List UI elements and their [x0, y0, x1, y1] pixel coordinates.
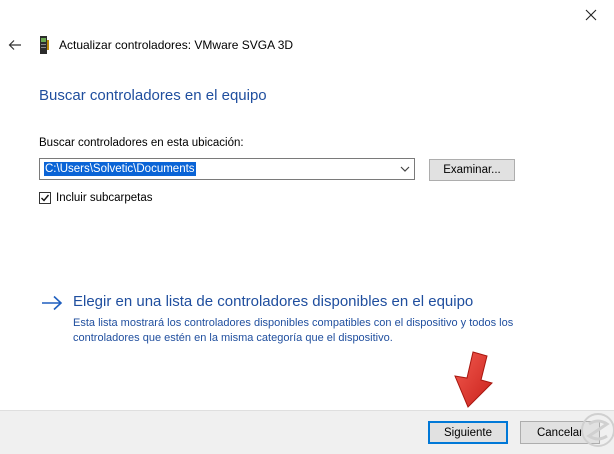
close-icon — [585, 9, 597, 21]
pick-driver-list-description: Esta lista mostrará los controladores di… — [73, 317, 514, 344]
browse-button-label: Examinar... — [443, 164, 501, 176]
include-subfolders-checkbox[interactable] — [39, 192, 51, 204]
page-title: Buscar controladores en el equipo — [39, 87, 267, 104]
location-input[interactable]: C:\Users\Solvetic\Documents — [44, 162, 196, 176]
location-label: Buscar controladores en esta ubicación: — [39, 137, 244, 149]
checkmark-icon — [41, 194, 50, 202]
pick-driver-list-link[interactable]: Elegir en una lista de controladores dis… — [73, 293, 473, 310]
include-subfolders-label[interactable]: Incluir subcarpetas — [56, 192, 153, 204]
window-title: Actualizar controladores: VMware SVGA 3D — [59, 38, 294, 52]
chevron-down-icon[interactable] — [400, 164, 410, 174]
right-arrow-icon — [42, 295, 63, 311]
next-button[interactable]: Siguiente — [428, 421, 508, 444]
close-button[interactable] — [568, 0, 614, 30]
back-button[interactable] — [4, 34, 26, 56]
display-adapter-icon — [40, 36, 49, 54]
watermark-logo-icon — [581, 413, 614, 447]
browse-button[interactable]: Examinar... — [429, 159, 515, 181]
location-combobox[interactable]: C:\Users\Solvetic\Documents — [39, 158, 415, 180]
back-arrow-icon — [8, 40, 21, 50]
red-annotation-arrow-icon — [454, 351, 493, 408]
